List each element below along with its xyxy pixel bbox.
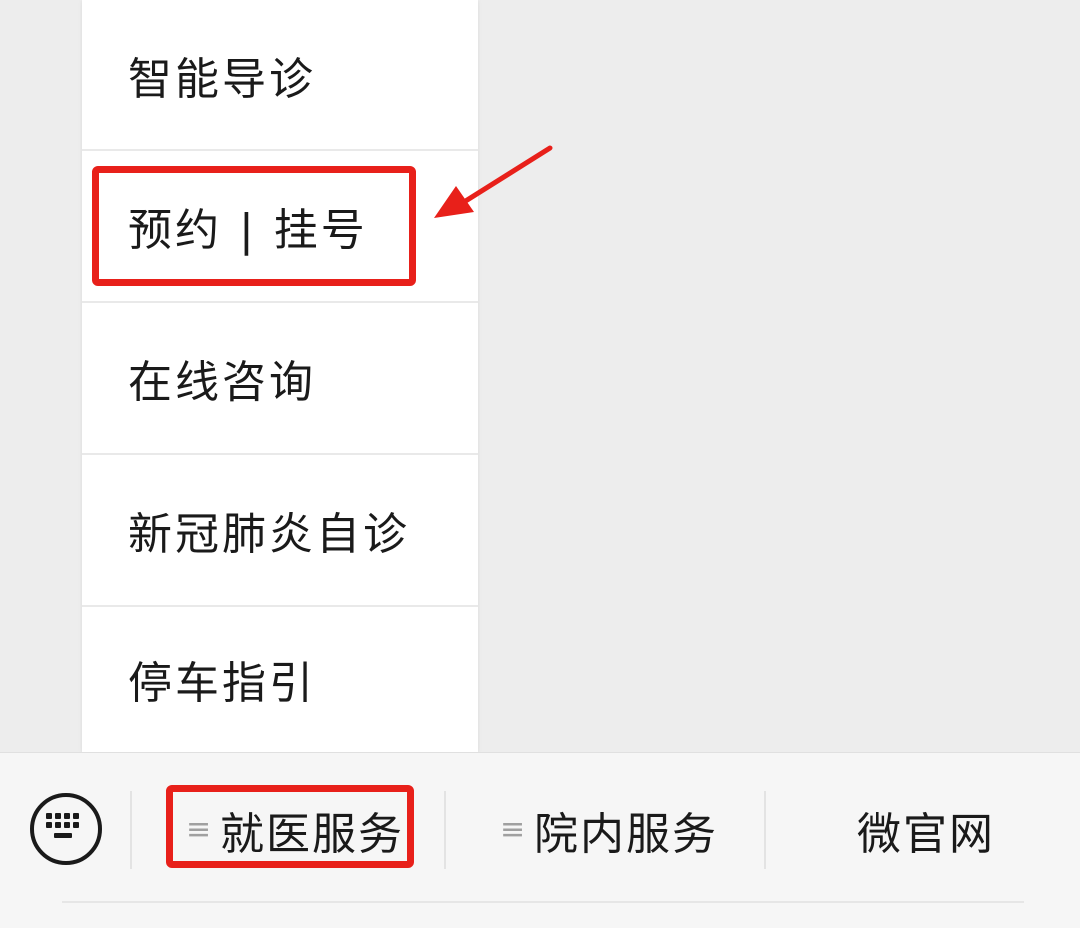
tab-label: 院内服务 [534,809,718,860]
list-icon: ≡ [186,812,212,847]
submenu-item-appointment[interactable]: 预约 | 挂号 [82,150,478,302]
divider [764,791,766,869]
submenu-item-label: 新冠肺炎自诊 [128,509,410,560]
tab-label: 就医服务 [220,809,404,860]
list-icon: ≡ [500,812,526,847]
divider [130,791,132,869]
home-indicator-line [62,901,1024,903]
keyboard-icon[interactable] [30,793,102,865]
annotation-arrow-icon [434,145,553,218]
submenu-popup: 智能导诊 预约 | 挂号 在线咨询 新冠肺炎自诊 停车指引 [82,0,478,752]
tab-medical-service[interactable]: ≡ 就医服务 [186,787,404,873]
submenu-item-label: 在线咨询 [128,357,316,408]
bottom-menu-bar: ≡ 就医服务 ≡ 院内服务 微官网 [0,752,1080,928]
tab-hospital-service[interactable]: ≡ 院内服务 [500,787,718,873]
tab-label: 微官网 [857,809,995,860]
tab-micro-website[interactable]: 微官网 [857,787,995,873]
divider [444,791,446,869]
submenu-item-smart-triage[interactable]: 智能导诊 [82,0,478,150]
submenu-item-covid-selfcheck[interactable]: 新冠肺炎自诊 [82,454,478,606]
submenu-item-label: 智能导诊 [128,54,316,105]
submenu-item-parking-guide[interactable]: 停车指引 [82,606,478,752]
submenu-item-online-consult[interactable]: 在线咨询 [82,302,478,454]
submenu-item-label: 预约 | 挂号 [128,205,368,256]
submenu-item-label: 停车指引 [128,658,316,709]
